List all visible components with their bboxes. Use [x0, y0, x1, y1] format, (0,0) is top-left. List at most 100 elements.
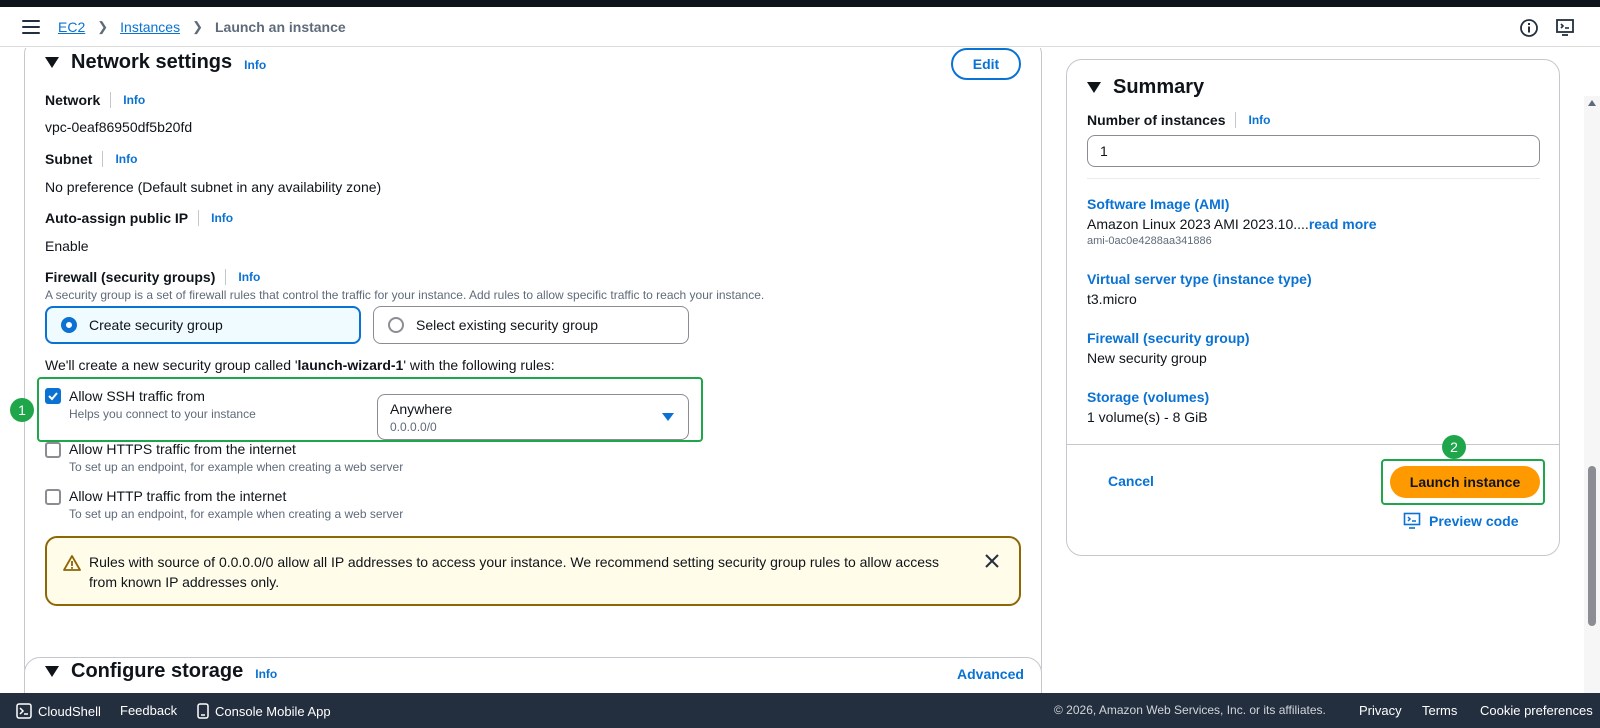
- storage-value: 1 volume(s) - 8 GiB: [1087, 409, 1208, 425]
- info-circle-icon[interactable]: [1519, 18, 1539, 38]
- breadcrumb-bar: EC2 ❯ Instances ❯ Launch an instance: [0, 7, 1600, 47]
- firewall-value: New security group: [1087, 350, 1207, 366]
- radio-selected-icon[interactable]: [61, 317, 77, 333]
- info-link[interactable]: Info: [1248, 113, 1270, 127]
- console-footer: CloudShell Feedback Console Mobile App ©…: [0, 693, 1600, 728]
- firewall-link[interactable]: Firewall (security group): [1087, 330, 1250, 346]
- caret-down-icon[interactable]: [45, 57, 59, 68]
- divider: [1087, 178, 1540, 179]
- advanced-link[interactable]: Advanced: [957, 666, 1024, 682]
- summary-panel: Summary Number of instances Info 1 Softw…: [1066, 59, 1560, 556]
- caret-down-icon[interactable]: [45, 666, 59, 677]
- breadcrumb: EC2 ❯ Instances ❯ Launch an instance: [58, 19, 346, 35]
- http-rule-title: Allow HTTP traffic from the internet: [69, 488, 287, 504]
- scroll-up-icon[interactable]: [1588, 100, 1596, 106]
- launch-instance-button[interactable]: Launch instance: [1390, 466, 1540, 498]
- https-rule-description: To set up an endpoint, for example when …: [69, 460, 404, 474]
- breadcrumb-instances[interactable]: Instances: [120, 19, 180, 35]
- ssh-source-value: Anywhere: [390, 401, 453, 417]
- step-badge-2: 2: [1442, 435, 1466, 459]
- cloudshell-label: CloudShell: [38, 703, 101, 719]
- cancel-button[interactable]: Cancel: [1108, 473, 1154, 489]
- https-rule-title: Allow HTTPS traffic from the internet: [69, 441, 296, 457]
- cookie-preferences-link[interactable]: Cookie preferences: [1480, 703, 1593, 718]
- divider: [1067, 444, 1559, 445]
- select-existing-security-group-label: Select existing security group: [416, 317, 599, 333]
- ssh-rule-title: Allow SSH traffic from: [69, 388, 205, 404]
- scrollbar[interactable]: [1584, 96, 1600, 693]
- scrollbar-thumb[interactable]: [1588, 466, 1596, 626]
- warning-alert: Rules with source of 0.0.0.0/0 allow all…: [45, 536, 1021, 606]
- mobile-icon: [197, 703, 209, 719]
- info-link[interactable]: Info: [115, 152, 137, 166]
- https-checkbox[interactable]: [45, 442, 61, 458]
- info-link[interactable]: Info: [123, 93, 145, 107]
- cloudshell-button[interactable]: CloudShell: [16, 703, 101, 719]
- network-label: Network: [45, 92, 101, 108]
- subnet-label: Subnet: [45, 151, 93, 167]
- create-security-group-option[interactable]: Create security group: [45, 306, 361, 344]
- breadcrumb-current: Launch an instance: [214, 19, 346, 35]
- read-more-link[interactable]: read more: [1309, 216, 1377, 232]
- http-checkbox[interactable]: [45, 489, 61, 505]
- code-preview-icon: [1403, 512, 1421, 529]
- ssh-checkbox[interactable]: [45, 388, 61, 404]
- configure-storage-header: Configure storage Info: [45, 660, 277, 683]
- instances-label-row: Number of instances Info: [1087, 112, 1270, 128]
- warning-icon: [63, 555, 81, 571]
- http-rule-description: To set up an endpoint, for example when …: [69, 507, 404, 521]
- select-existing-security-group-option[interactable]: Select existing security group: [373, 306, 689, 344]
- warning-line-1: Rules with source of 0.0.0.0/0 allow all…: [89, 554, 940, 570]
- warning-text: Rules with source of 0.0.0.0/0 allow all…: [89, 552, 949, 592]
- feedback-link[interactable]: Feedback: [120, 703, 177, 718]
- caret-down-icon[interactable]: [1087, 82, 1101, 93]
- instances-input[interactable]: 1: [1087, 135, 1540, 167]
- info-link[interactable]: Info: [238, 270, 260, 284]
- instance-type-value: t3.micro: [1087, 291, 1137, 307]
- close-icon[interactable]: [985, 554, 999, 568]
- security-group-name: launch-wizard-1: [297, 357, 404, 373]
- instance-type-link[interactable]: Virtual server type (instance type): [1087, 271, 1312, 287]
- preview-code-label: Preview code: [1429, 513, 1519, 529]
- code-preview-icon[interactable]: [1555, 18, 1575, 38]
- firewall-label: Firewall (security groups): [45, 269, 216, 285]
- edit-button[interactable]: Edit: [951, 48, 1021, 80]
- breadcrumb-ec2[interactable]: EC2: [58, 19, 85, 35]
- ami-value: Amazon Linux 2023 AMI 2023.10....read mo…: [1087, 216, 1377, 232]
- instances-label: Number of instances: [1087, 112, 1226, 128]
- warning-line-2: from known IP addresses only.: [89, 574, 280, 590]
- subnet-label-row: Subnet Info: [45, 151, 137, 167]
- ami-link[interactable]: Software Image (AMI): [1087, 196, 1229, 212]
- rules-intro: We'll create a new security group called…: [45, 357, 555, 373]
- privacy-link[interactable]: Privacy: [1359, 703, 1402, 718]
- mobile-app-link[interactable]: Console Mobile App: [197, 703, 331, 719]
- mobile-app-label: Console Mobile App: [215, 703, 331, 719]
- storage-link[interactable]: Storage (volumes): [1087, 389, 1209, 405]
- public-ip-label-row: Auto-assign public IP Info: [45, 210, 233, 226]
- menu-icon[interactable]: [22, 20, 40, 34]
- public-ip-label: Auto-assign public IP: [45, 210, 189, 226]
- network-label-row: Network Info: [45, 92, 145, 108]
- subnet-value: No preference (Default subnet in any ava…: [45, 179, 382, 195]
- main-content: Network settings Info Edit Network Info …: [0, 48, 1600, 693]
- preview-code-button[interactable]: Preview code: [1403, 512, 1519, 530]
- configure-storage-title: Configure storage: [71, 660, 244, 682]
- ssh-source-select[interactable]: Anywhere 0.0.0.0/0: [377, 394, 689, 440]
- top-strip: [0, 0, 1600, 7]
- summary-title: Summary: [1113, 76, 1205, 98]
- caret-down-icon: [662, 413, 674, 421]
- ssh-rule-description: Helps you connect to your instance: [69, 407, 256, 421]
- copyright-text: © 2026, Amazon Web Services, Inc. or its…: [1054, 703, 1326, 717]
- info-link[interactable]: Info: [255, 667, 277, 681]
- rules-intro-prefix: We'll create a new security group called…: [45, 357, 298, 373]
- terms-link[interactable]: Terms: [1422, 703, 1457, 718]
- create-security-group-label: Create security group: [89, 317, 223, 333]
- info-link[interactable]: Info: [211, 211, 233, 225]
- rules-intro-suffix: ' with the following rules:: [403, 357, 555, 373]
- info-link[interactable]: Info: [244, 58, 266, 72]
- radio-unselected-icon[interactable]: [388, 317, 404, 333]
- network-settings-header: Network settings Info: [45, 51, 266, 74]
- network-value: vpc-0eaf86950df5b20fd: [45, 119, 193, 135]
- summary-header: Summary: [1087, 76, 1204, 99]
- chevron-right-icon: ❯: [192, 19, 203, 34]
